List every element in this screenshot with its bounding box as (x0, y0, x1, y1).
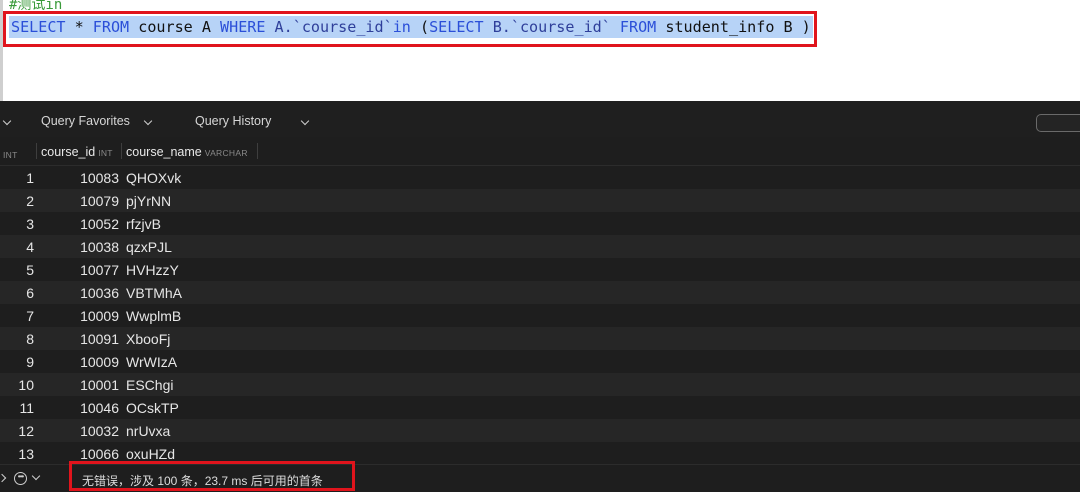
cell-course-name: QHOXvk (126, 170, 182, 186)
cell-course-id: 10083 (80, 170, 119, 186)
row-number: 9 (26, 354, 34, 370)
column-divider[interactable] (121, 143, 122, 159)
row-number: 1 (26, 170, 34, 186)
status-bar: ••• 无错误，涉及 100 条，23.7 ms 后可用的首条 (0, 461, 1080, 492)
row-number: 5 (26, 262, 34, 278)
cell-course-id: 10036 (80, 285, 119, 301)
row-number: 7 (26, 308, 34, 324)
table-row[interactable]: 1 10083 QHOXvk (0, 166, 1080, 189)
chevron-down-icon[interactable] (143, 116, 153, 126)
sql-editor[interactable]: #测试in SELECT * FROM course A WHERE A.`co… (0, 0, 1080, 101)
cell-course-name: rfzjvB (126, 216, 161, 232)
row-number: 12 (18, 423, 34, 439)
cell-course-name: VBTMhA (126, 285, 183, 301)
chevron-down-icon[interactable] (2, 116, 12, 126)
cell-course-name: qzxPJL (126, 239, 172, 255)
row-number: 4 (26, 239, 34, 255)
results-toolbar: Query Favorites Query History (0, 101, 1080, 137)
table-row[interactable]: 12 10032 nrUvxa (0, 419, 1080, 442)
row-number: 2 (26, 193, 34, 209)
cell-course-name: XbooFj (126, 331, 171, 347)
table-row[interactable]: 8 10091 XbooFj (0, 327, 1080, 350)
column-divider[interactable] (36, 143, 37, 159)
query-history-button[interactable]: Query History (195, 114, 271, 128)
cell-course-name: oxuHZd (126, 446, 176, 462)
filter-input[interactable] (1036, 114, 1080, 132)
more-options-icon[interactable]: ••• (14, 472, 27, 485)
cell-course-name: OCskTP (126, 400, 179, 416)
table-row[interactable]: 11 10046 OCskTP (0, 396, 1080, 419)
chevron-down-icon[interactable] (31, 471, 41, 481)
cell-course-name: WwplmB (126, 308, 182, 324)
cell-course-id: 10079 (80, 193, 119, 209)
cell-course-name: pjYrNN (126, 193, 172, 209)
status-highlight-box (69, 461, 355, 491)
results-header: INT course_id INT course_name VARCHAR (0, 137, 1080, 166)
cell-course-name: ESChgi (126, 377, 174, 393)
results-grid: 1 10083 QHOXvk 2 10079 pjYrNN 3 10052 rfzjvB 4 100… (0, 166, 1080, 464)
table-row[interactable]: 10 10001 ESChgi (0, 373, 1080, 396)
table-row[interactable]: 9 10009 WrWIzA (0, 350, 1080, 373)
column-divider[interactable] (257, 143, 258, 159)
row-number: 6 (26, 285, 34, 301)
cell-course-id: 10046 (80, 400, 119, 416)
row-number: 8 (26, 331, 34, 347)
query-highlight-box (3, 11, 817, 47)
table-row[interactable]: 5 10077 HVHzzY (0, 258, 1080, 281)
cell-course-name: nrUvxa (126, 423, 171, 439)
column-header-course-name[interactable]: course_name VARCHAR (126, 145, 248, 159)
table-row[interactable]: 6 10036 VBTMhA (0, 281, 1080, 304)
row-number: 10 (18, 377, 34, 393)
cell-course-id: 10038 (80, 239, 119, 255)
table-row[interactable]: 2 10079 pjYrNN (0, 189, 1080, 212)
cell-course-name: WrWIzA (126, 354, 178, 370)
chevron-down-icon[interactable] (300, 116, 310, 126)
cell-course-id: 10032 (80, 423, 119, 439)
index-column-type: INT (3, 150, 18, 160)
table-row[interactable]: 7 10009 WwplmB (0, 304, 1080, 327)
cell-course-name: HVHzzY (126, 262, 179, 278)
table-row[interactable]: 4 10038 qzxPJL (0, 235, 1080, 258)
cell-course-id: 10052 (80, 216, 119, 232)
cell-course-id: 10077 (80, 262, 119, 278)
cell-course-id: 10091 (80, 331, 119, 347)
query-favorites-button[interactable]: Query Favorites (41, 114, 130, 128)
table-row[interactable]: 3 10052 rfzjvB (0, 212, 1080, 235)
cell-course-id: 10009 (80, 308, 119, 324)
cell-course-id: 10009 (80, 354, 119, 370)
row-number: 3 (26, 216, 34, 232)
chevron-left-icon[interactable] (0, 473, 7, 483)
cell-course-id: 10001 (80, 377, 119, 393)
row-number: 11 (19, 400, 34, 416)
row-number: 13 (18, 446, 34, 462)
column-header-course-id[interactable]: course_id INT (41, 145, 113, 159)
cell-course-id: 10066 (80, 446, 119, 462)
